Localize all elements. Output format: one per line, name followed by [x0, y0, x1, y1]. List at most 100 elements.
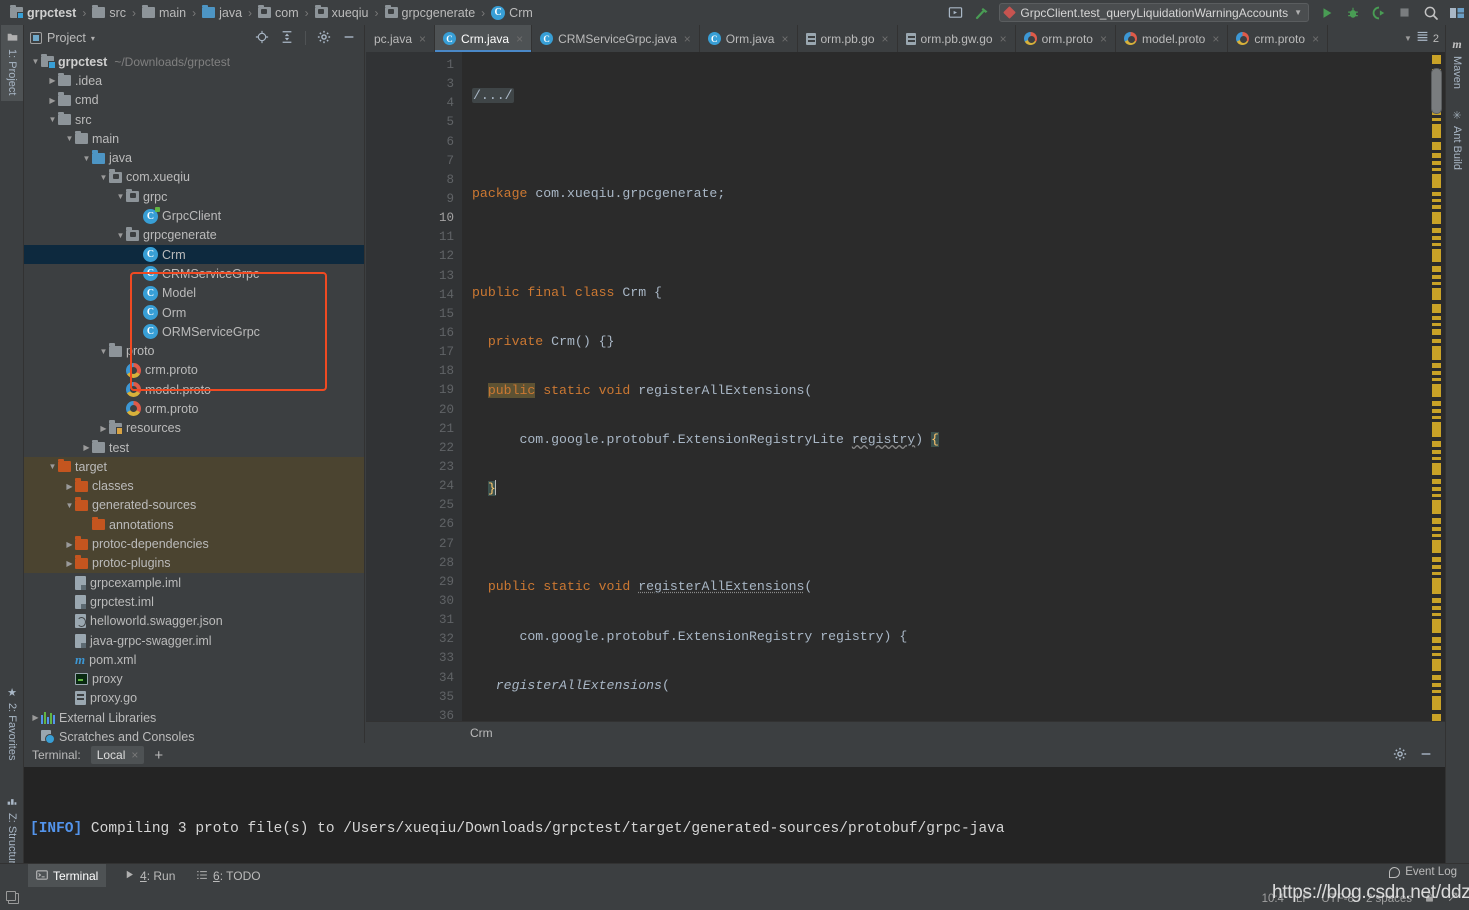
chevron-down-icon[interactable]: ▼	[115, 231, 126, 240]
warning-marker[interactable]	[1432, 243, 1441, 246]
chevron-down-icon[interactable]: ▼	[1404, 34, 1412, 43]
bottom-item-run[interactable]: 4: Run	[116, 864, 183, 888]
tree-node-main[interactable]: ▼ main	[24, 129, 364, 148]
run-with-coverage-icon[interactable]	[1370, 4, 1387, 21]
sidebar-item-ant-build[interactable]: ✳ Ant Build	[1446, 103, 1468, 176]
close-icon[interactable]: ×	[419, 32, 426, 46]
sidebar-item-maven[interactable]: m Maven	[1446, 31, 1468, 95]
tree-node-annotations[interactable]: annotations	[24, 515, 364, 535]
chevron-down-icon[interactable]: ▼	[64, 501, 75, 510]
tree-node-cmd[interactable]: ▶ cmd	[24, 91, 364, 110]
error-stripe-scrollbar[interactable]	[1429, 52, 1445, 743]
close-icon[interactable]: ×	[131, 748, 138, 762]
warning-marker[interactable]	[1432, 371, 1441, 375]
editor-scrollbar-thumb[interactable]	[1431, 68, 1442, 114]
warning-marker[interactable]	[1432, 199, 1441, 202]
tree-node-classes[interactable]: ▶ classes	[24, 476, 364, 496]
memory-indicator-icon[interactable]	[6, 891, 19, 904]
chevron-down-icon[interactable]: ▼	[47, 462, 58, 471]
warning-marker[interactable]	[1432, 153, 1441, 158]
close-icon[interactable]: ×	[1000, 32, 1007, 46]
tab-list-icon[interactable]	[1416, 30, 1429, 48]
tree-node-external-libraries[interactable]: ▶ External Libraries	[24, 708, 364, 727]
warning-marker[interactable]	[1432, 613, 1441, 616]
bottom-item-todo[interactable]: 6: TODO	[188, 864, 269, 888]
project-title-button[interactable]: Project ▾	[30, 31, 95, 45]
chevron-right-icon[interactable]: ▶	[47, 76, 58, 85]
chevron-down-icon[interactable]: ▼	[47, 115, 58, 124]
run-configuration-selector[interactable]: GrpcClient.test_queryLiquidationWarningA…	[999, 3, 1309, 22]
tree-node-generated-sources[interactable]: ▼ generated-sources	[24, 495, 364, 516]
tree-node-grpctest[interactable]: ▼ grpctest ~/Downloads/grpctest	[24, 52, 364, 71]
warning-marker[interactable]	[1432, 441, 1441, 447]
minimize-icon[interactable]	[1419, 747, 1433, 764]
warning-marker[interactable]	[1432, 124, 1441, 138]
tree-node-resources[interactable]: ▶ resources	[24, 419, 364, 438]
warning-marker[interactable]	[1432, 683, 1441, 687]
gear-icon[interactable]	[1393, 747, 1407, 764]
warning-marker[interactable]	[1432, 637, 1441, 643]
warning-marker[interactable]	[1432, 363, 1441, 368]
tree-node-grpc[interactable]: ▼ grpc	[24, 187, 364, 206]
warning-marker[interactable]	[1432, 192, 1441, 196]
close-icon[interactable]: ×	[516, 32, 523, 46]
chevron-down-icon[interactable]: ▼	[64, 134, 75, 143]
chevron-down-icon[interactable]: ▼	[115, 192, 126, 201]
chevron-right-icon[interactable]: ▶	[64, 559, 75, 568]
warning-marker[interactable]	[1432, 540, 1441, 553]
close-icon[interactable]: ×	[781, 32, 788, 46]
warning-marker[interactable]	[1432, 450, 1441, 454]
warning-marker[interactable]	[1432, 675, 1441, 680]
warning-marker[interactable]	[1432, 174, 1441, 188]
line-number-gutter[interactable]: 1 3 4 5 6 7 8 9 10 11 12 13 14 15 16 17 18 19 20 21 22 23 24 25…	[366, 52, 462, 743]
warning-marker[interactable]	[1432, 266, 1441, 272]
warning-marker[interactable]	[1432, 690, 1441, 693]
warning-marker[interactable]	[1432, 304, 1441, 313]
locate-target-icon[interactable]	[255, 30, 269, 47]
warning-marker[interactable]	[1432, 653, 1441, 656]
chevron-right-icon[interactable]: ▶	[47, 96, 58, 105]
editor-tab-orm-pb-go[interactable]: orm.pb.go ×	[798, 25, 898, 52]
tree-node-protoc-plugins[interactable]: ▶ protoc-plugins	[24, 553, 364, 574]
tree-node-proto[interactable]: ▼ proto	[24, 341, 364, 360]
editor-tab-model-proto[interactable]: model.proto ×	[1116, 25, 1229, 52]
warning-marker[interactable]	[1432, 646, 1441, 650]
close-icon[interactable]: ×	[684, 32, 691, 46]
preview-icon[interactable]	[947, 4, 964, 21]
tree-node-proxy-go[interactable]: proxy.go	[24, 689, 364, 708]
close-icon[interactable]: ×	[882, 32, 889, 46]
close-icon[interactable]: ×	[1312, 32, 1319, 46]
editor-tab-orm-pb-gw-go[interactable]: orm.pb.gw.go ×	[898, 25, 1016, 52]
tree-node-crmservicegrpc[interactable]: C CRMServiceGrpc	[24, 264, 364, 283]
breadcrumb-item-grpctest[interactable]: grpctest	[8, 5, 78, 20]
sidebar-item-project[interactable]: 1: Project	[1, 25, 23, 102]
close-icon[interactable]: ×	[1212, 32, 1219, 46]
warning-marker[interactable]	[1432, 282, 1441, 285]
chevron-down-icon[interactable]: ▼	[98, 347, 109, 356]
warning-marker[interactable]	[1432, 422, 1441, 437]
breadcrumb-item-grpcgenerate[interactable]: grpcgenerate	[383, 5, 478, 20]
warning-marker[interactable]	[1432, 409, 1441, 413]
add-terminal-button[interactable]: +	[154, 747, 163, 764]
chevron-down-icon[interactable]: ▼	[98, 173, 109, 182]
tree-node-orm-proto[interactable]: orm.proto	[24, 399, 364, 418]
code-text[interactable]: /.../ package com.xueqiu.grpcgenerate; p…	[462, 52, 1429, 743]
warning-marker[interactable]	[1432, 118, 1441, 121]
run-icon[interactable]	[1318, 4, 1335, 21]
warning-marker[interactable]	[1432, 168, 1441, 171]
tree-node-java-grpc-swagger-iml[interactable]: java-grpc-swagger.iml	[24, 631, 364, 650]
tree-node-grpcclient[interactable]: C GrpcClient	[24, 206, 364, 225]
sidebar-item-favorites[interactable]: ★ 2: Favorites	[1, 680, 23, 766]
warning-marker[interactable]	[1432, 288, 1441, 300]
warning-marker[interactable]	[1432, 275, 1441, 279]
warning-marker[interactable]	[1432, 487, 1441, 491]
tree-node-src[interactable]: ▼ src	[24, 110, 364, 129]
breadcrumb-item-com[interactable]: com	[256, 5, 301, 20]
tree-node-pom-xml[interactable]: m pom.xml	[24, 650, 364, 669]
warning-marker[interactable]	[1432, 228, 1441, 233]
warning-marker[interactable]	[1432, 316, 1441, 320]
tree-node-ormservicegrpc[interactable]: C ORMServiceGrpc	[24, 322, 364, 341]
chevron-down-icon[interactable]: ▼	[30, 57, 41, 66]
editor-tab-pc-java[interactable]: pc.java ×	[366, 25, 436, 52]
warning-marker[interactable]	[1432, 55, 1441, 64]
